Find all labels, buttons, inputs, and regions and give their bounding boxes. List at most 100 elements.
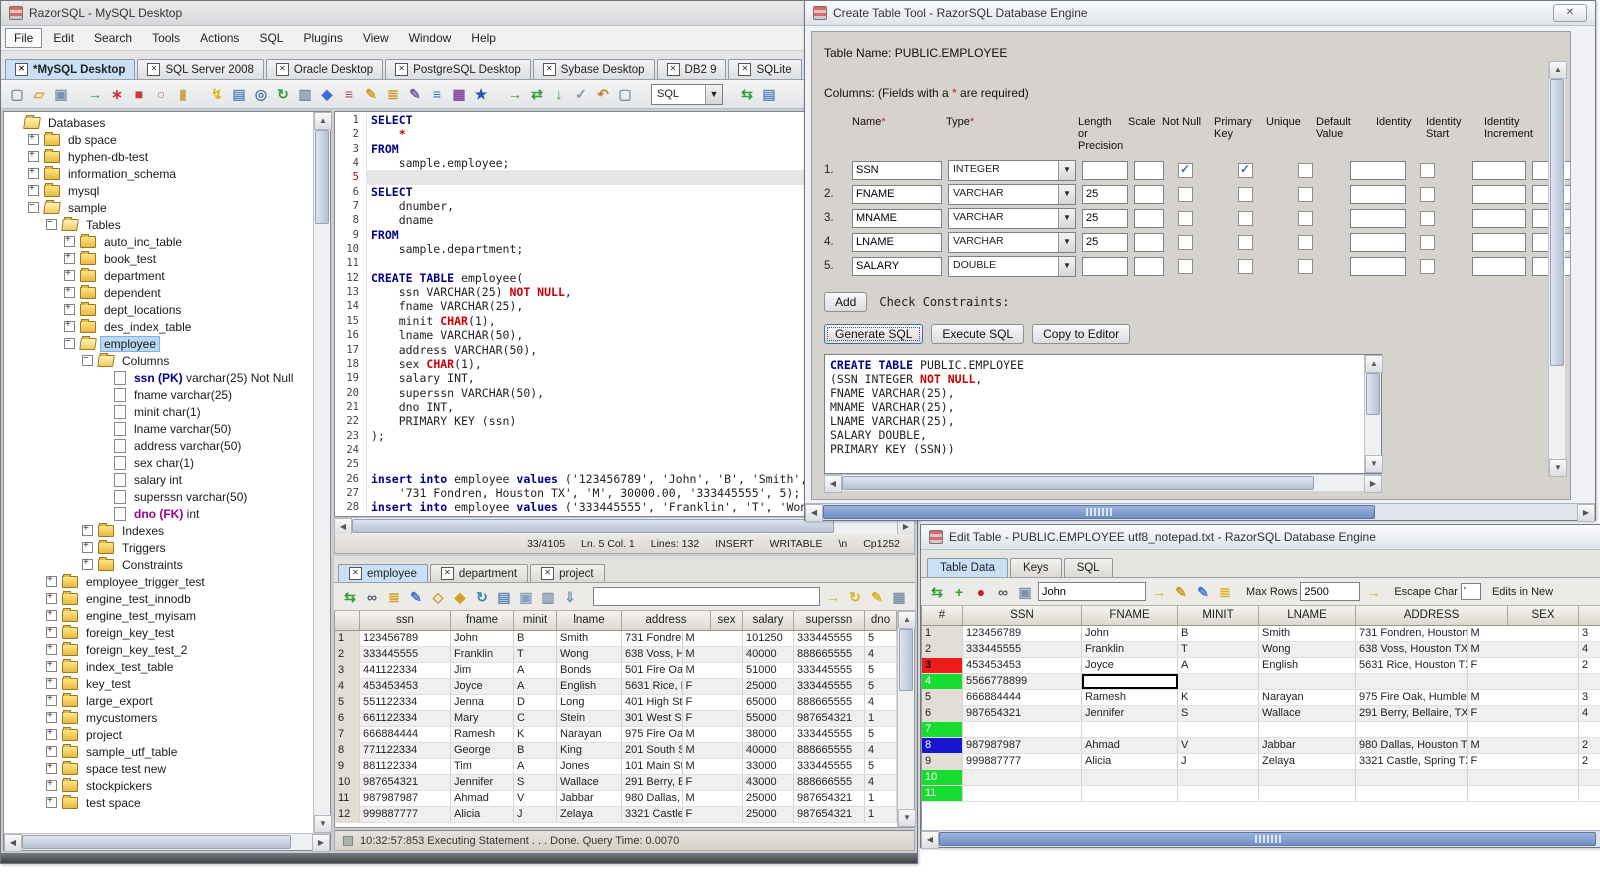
menu-item[interactable]: SQL xyxy=(250,28,292,48)
table-row[interactable]: 11 987987987AhmadVJabbar980 Dallas, Hous… xyxy=(335,791,897,807)
row-number[interactable]: 9 xyxy=(922,754,963,769)
identity-checkbox[interactable] xyxy=(1420,162,1435,178)
tree-expander-icon[interactable] xyxy=(82,523,93,536)
tree-item[interactable]: salary int xyxy=(4,471,313,488)
tree-item[interactable]: Triggers xyxy=(4,539,313,556)
identity-start-input[interactable] xyxy=(1472,232,1526,252)
column-type-select[interactable]: DOUBLE ▼ xyxy=(948,255,1076,277)
row-number[interactable]: 2 xyxy=(922,642,963,657)
table-row[interactable]: 7 666884444RameshKNarayan975 Fire Oak, H… xyxy=(335,727,897,743)
tree-expander-icon[interactable] xyxy=(46,778,57,791)
tree-expander-icon[interactable] xyxy=(46,761,57,774)
tree-item[interactable]: book_test xyxy=(4,250,313,267)
tree-expander-icon[interactable] xyxy=(46,642,57,655)
scroll-up-icon[interactable]: ▲ xyxy=(898,611,916,629)
column-name-input[interactable] xyxy=(852,160,942,180)
tree-item[interactable]: dept_locations xyxy=(4,301,313,318)
column-type-select[interactable]: VARCHAR ▼ xyxy=(948,183,1076,205)
row-number[interactable]: 5 xyxy=(922,690,963,705)
not-null-checkbox[interactable] xyxy=(1178,186,1193,202)
window-horizontal-scrollbar[interactable]: ◀ xyxy=(921,830,1600,849)
edit-cell-icon[interactable]: ✎ xyxy=(867,587,887,607)
table-search-input[interactable] xyxy=(1038,582,1146,601)
scroll-up-icon[interactable]: ▲ xyxy=(1549,61,1567,79)
tree-item[interactable]: lname varchar(50) xyxy=(4,420,313,437)
column-header[interactable]: SSN xyxy=(963,606,1082,625)
add-column-button[interactable]: Add xyxy=(824,292,868,312)
disconnect-icon[interactable]: ■ xyxy=(129,84,149,104)
column-name-input[interactable] xyxy=(852,184,942,204)
primary-key-checkbox[interactable] xyxy=(1238,210,1253,226)
new-connection-icon[interactable]: ∗ xyxy=(107,84,127,104)
connection-tab[interactable]: ✕ PostgreSQL Desktop xyxy=(385,59,531,79)
row-number[interactable]: 3 xyxy=(922,658,963,673)
scroll-down-icon[interactable]: ▼ xyxy=(1549,459,1567,477)
tree-expander-icon[interactable] xyxy=(46,591,57,604)
refresh-results-icon[interactable]: ⇄ xyxy=(527,84,547,104)
refresh-schema-icon[interactable]: ↻ xyxy=(273,84,293,104)
close-tab-icon[interactable]: ✕ xyxy=(395,63,409,76)
tab[interactable]: Keys xyxy=(1009,558,1062,577)
menu-item[interactable]: Tools xyxy=(143,28,189,48)
edit-cell-icon[interactable]: ✎ xyxy=(1193,582,1213,602)
tab[interactable]: Table Data xyxy=(927,558,1008,577)
chevron-down-icon[interactable]: ▼ xyxy=(1058,256,1075,276)
unique-checkbox[interactable] xyxy=(1298,210,1313,226)
column-name-input[interactable] xyxy=(852,256,942,276)
scroll-up-icon[interactable]: ▲ xyxy=(1365,355,1383,373)
close-tab-icon[interactable]: ✕ xyxy=(542,63,556,76)
sql-vertical-scrollbar[interactable]: ▲ ▼ xyxy=(1364,355,1383,473)
table-row[interactable]: 1 123456789JohnBSmith731 Fondren, Housto… xyxy=(922,626,1600,642)
column-header[interactable]: address xyxy=(622,611,711,630)
close-tab-icon[interactable]: ✕ xyxy=(147,63,161,76)
tree-item[interactable]: des_index_table xyxy=(4,318,313,335)
identity-checkbox[interactable] xyxy=(1420,210,1435,226)
row-number[interactable]: 6 xyxy=(922,706,963,721)
open-file-icon[interactable]: ▱ xyxy=(29,84,49,104)
identity-checkbox[interactable] xyxy=(1420,258,1435,274)
length-precision-input[interactable] xyxy=(1082,160,1128,180)
table-row[interactable]: 8 987987987AhmadVJabbar980 Dallas, Houst… xyxy=(922,738,1600,754)
connection-tab[interactable]: ✕ DB2 9 xyxy=(656,59,727,79)
tree-item[interactable]: index_test_table xyxy=(4,658,313,675)
tree-expander-icon[interactable] xyxy=(46,693,57,706)
scroll-left-icon[interactable]: ◀ xyxy=(824,475,842,493)
tree-expander-icon[interactable] xyxy=(64,319,75,332)
default-value-input[interactable] xyxy=(1350,256,1406,276)
tree-expander-icon[interactable] xyxy=(46,217,57,230)
tree-item[interactable]: superssn varchar(50) xyxy=(4,488,313,505)
column-header[interactable]: sex xyxy=(711,611,743,630)
row-number[interactable]: 1 xyxy=(922,626,963,641)
row-number[interactable]: 1 xyxy=(335,631,360,646)
undo-icon[interactable]: ↶ xyxy=(593,84,613,104)
column-header[interactable] xyxy=(1579,606,1600,625)
column-type-select[interactable]: VARCHAR ▼ xyxy=(948,231,1076,253)
tree-expander-icon[interactable] xyxy=(100,458,109,467)
results-vertical-scrollbar[interactable]: ▲ ▼ xyxy=(897,611,916,827)
tree-item[interactable]: space test new xyxy=(4,760,313,777)
close-tab-icon[interactable]: ✕ xyxy=(440,567,454,580)
connection-tab[interactable]: ✕ SQLite xyxy=(728,59,802,79)
window-horizontal-scrollbar[interactable]: ◀ ▶ xyxy=(805,503,1595,522)
column-header[interactable]: # xyxy=(922,606,963,625)
row-number[interactable]: 6 xyxy=(335,711,360,726)
column-type-select[interactable]: VARCHAR ▼ xyxy=(948,207,1076,229)
tree-expander-icon[interactable] xyxy=(46,574,57,587)
tree-item[interactable]: sample xyxy=(4,199,313,216)
tree-item[interactable]: db space xyxy=(4,131,313,148)
tree-expander-icon[interactable] xyxy=(82,540,93,553)
close-tab-icon[interactable]: ✕ xyxy=(738,63,752,76)
edit-table-titlebar[interactable]: Edit Table - PUBLIC.EMPLOYEE utf8_notepa… xyxy=(921,525,1600,550)
tree-expander-icon[interactable] xyxy=(28,166,39,179)
not-null-checkbox[interactable] xyxy=(1178,234,1193,250)
table-row[interactable]: 3 453453453JoyceAEnglish5631 Rice, Houst… xyxy=(922,658,1600,674)
length-precision-input[interactable] xyxy=(1082,256,1128,276)
save-icon[interactable]: ▣ xyxy=(51,84,71,104)
window-icon[interactable]: ▣ xyxy=(516,587,536,607)
edit-sql-icon[interactable]: ✎ xyxy=(405,84,425,104)
chevron-down-icon[interactable]: ▼ xyxy=(705,84,722,104)
sql-horizontal-scrollbar[interactable]: ◀ ▶ xyxy=(824,474,1382,493)
tree-item[interactable]: ssn (PK) varchar(25) Not Null xyxy=(4,369,313,386)
unique-checkbox[interactable] xyxy=(1298,234,1313,250)
tree-item[interactable]: auto_inc_table xyxy=(4,233,313,250)
